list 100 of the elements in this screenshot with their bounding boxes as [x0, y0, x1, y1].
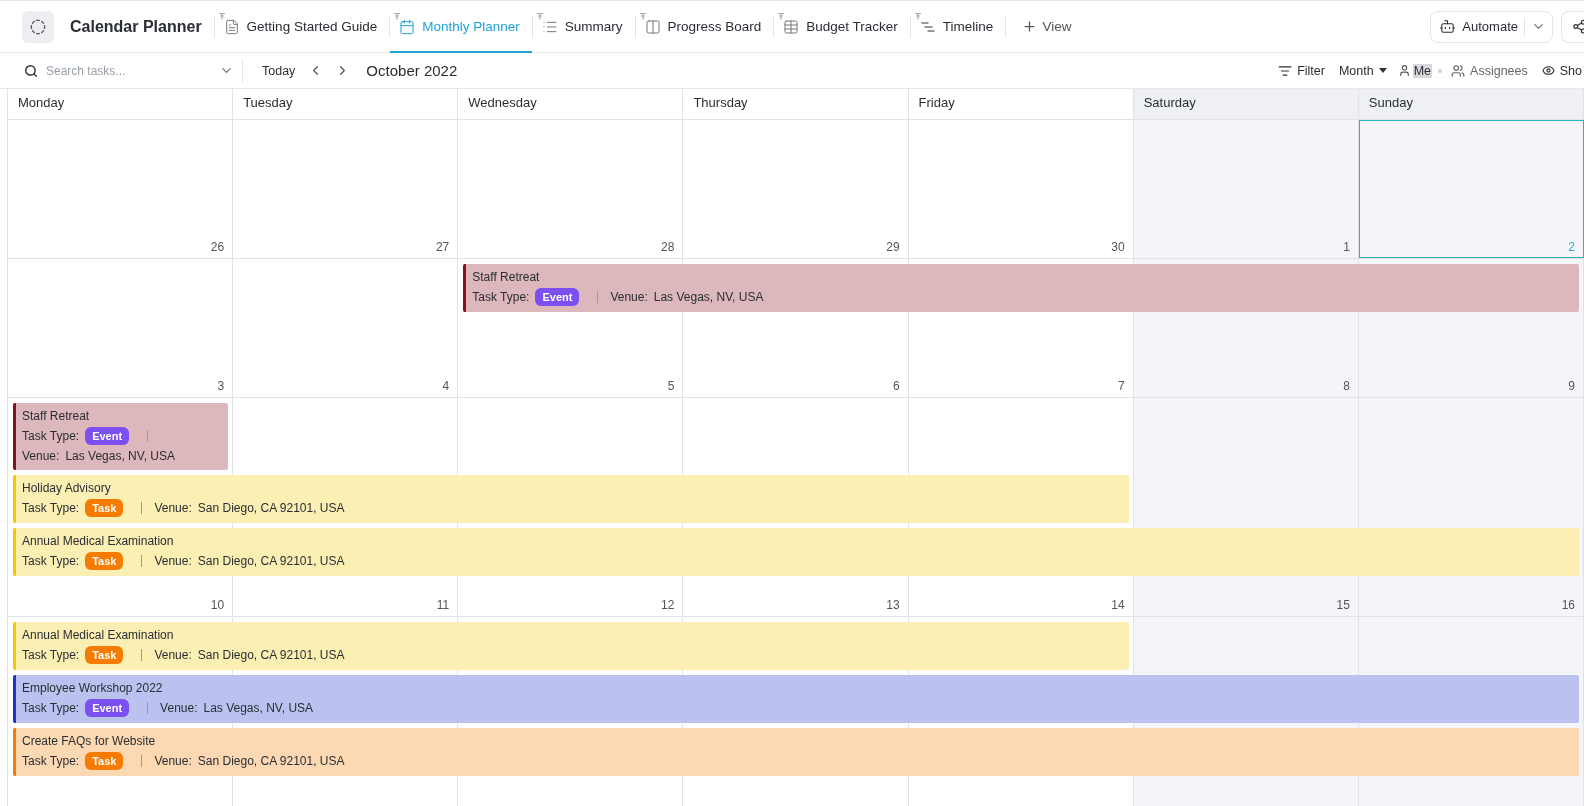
day-number: 3: [217, 379, 226, 395]
task-type-tag: Event: [85, 699, 130, 717]
venue-label: Venue:: [154, 500, 192, 516]
event-bar[interactable]: Holiday Advisory Task Type: Task Venue: San Diego, CA 92101, USA: [13, 475, 1129, 523]
people-icon: [1451, 63, 1466, 78]
venue-value: Las Vegas, NV, USA: [203, 700, 314, 716]
task-type-label: Task Type:: [22, 753, 80, 769]
day-number: 30: [1111, 240, 1126, 256]
pin-icon: [914, 12, 921, 20]
automate-button[interactable]: Automate: [1430, 10, 1553, 43]
day-number: 27: [435, 240, 451, 256]
event-title: Holiday Advisory: [22, 481, 112, 496]
pin-icon: [536, 12, 543, 20]
person-icon: [1397, 64, 1411, 77]
event-bar[interactable]: Employee Workshop 2022 Task Type: Event Venue: Las Vegas, NV, USA: [13, 675, 1579, 723]
event-title: Staff Retreat: [472, 270, 541, 285]
venue-value: Las Vegas, NV, USA: [65, 449, 175, 464]
task-type-label: Task Type:: [22, 647, 80, 663]
day-number: 10: [210, 598, 226, 614]
table-icon: [783, 18, 800, 35]
venue-value: San Diego, CA 92101, USA: [197, 500, 345, 516]
calendar-icon: [399, 18, 416, 35]
day-number: 28: [661, 240, 676, 256]
event-bar[interactable]: Staff Retreat Task Type: Event Venue: Las Vegas, NV, USA: [463, 264, 1579, 312]
assignees-button[interactable]: Assignees: [1444, 63, 1535, 78]
task-type-tag: Task: [85, 646, 124, 664]
weekday-header: Saturday: [1133, 89, 1359, 119]
day-number: 7: [1118, 379, 1126, 395]
robot-icon: [1439, 18, 1457, 35]
day-number: 16: [1561, 598, 1576, 614]
task-type-label: Task Type:: [22, 553, 80, 569]
event-bar[interactable]: Staff Retreat Task Type: Event Venue: Las Vegas, NV, USA: [13, 403, 229, 470]
task-type-label: Task Type:: [22, 428, 80, 444]
page-title: Calendar Planner: [70, 17, 202, 36]
pin-icon: [778, 12, 785, 20]
day-number: 5: [667, 379, 676, 395]
event-bar[interactable]: Annual Medical Examination Task Type: Task Venue: San Diego, CA 92101, USA: [13, 622, 1129, 670]
view-tab[interactable]: Budget Tracker: [774, 0, 910, 53]
space-logo[interactable]: [22, 10, 54, 43]
caret-icon: [1378, 68, 1387, 73]
task-type-tag: Task: [85, 499, 124, 517]
filter-button[interactable]: Filter: [1271, 63, 1332, 78]
day-number: 6: [892, 379, 901, 395]
filter-icon: [1278, 63, 1293, 78]
board-icon: [644, 18, 661, 35]
venue-label: Venue:: [154, 553, 192, 569]
event-title: Annual Medical Examination: [22, 534, 175, 549]
venue-label: Venue:: [22, 449, 60, 464]
search-icon: [24, 63, 38, 78]
day-number: 8: [1343, 379, 1351, 395]
venue-value: Las Vegas, NV, USA: [653, 289, 764, 305]
task-type-label: Task Type:: [22, 700, 80, 716]
venue-label: Venue:: [610, 289, 648, 305]
pin-icon: [394, 12, 401, 20]
dashed-circle-icon: [30, 18, 46, 35]
day-number: 11: [436, 598, 451, 614]
plus-icon: [1022, 19, 1038, 34]
day-number: 15: [1336, 598, 1351, 614]
event-title: Annual Medical Examination: [22, 628, 175, 643]
task-type-tag: Event: [85, 427, 130, 445]
add-view-button[interactable]: View: [1010, 19, 1084, 34]
venue-label: Venue:: [154, 647, 192, 663]
event-bar[interactable]: Create FAQs for Website Task Type: Task Venue: San Diego, CA 92101, USA: [13, 728, 1579, 776]
day-number: 2: [1568, 240, 1576, 256]
task-type-tag: Event: [535, 288, 580, 306]
day-number: 13: [886, 598, 901, 614]
task-type-tag: Task: [85, 752, 124, 770]
event-title: Create FAQs for Website: [22, 734, 157, 749]
event-bar[interactable]: Annual Medical Examination Task Type: Task Venue: San Diego, CA 92101, USA: [13, 528, 1579, 576]
task-type-label: Task Type:: [472, 289, 530, 305]
view-tab[interactable]: Progress Board: [635, 0, 774, 53]
day-number: 12: [661, 598, 676, 614]
view-tab[interactable]: Getting Started Guide: [214, 0, 390, 53]
view-tab[interactable]: Summary: [532, 0, 635, 53]
view-tab[interactable]: Timeline: [910, 0, 1006, 53]
today-button[interactable]: Today: [255, 63, 303, 78]
day-number: 4: [442, 379, 451, 395]
weekday-header: Sunday: [1358, 89, 1584, 119]
pin-icon: [218, 12, 225, 20]
document-icon: [223, 18, 240, 35]
venue-value: San Diego, CA 92101, USA: [197, 647, 345, 663]
venue-label: Venue:: [154, 753, 192, 769]
day-number: 9: [1568, 379, 1576, 395]
task-type-label: Task Type:: [22, 500, 80, 516]
venue-label: Venue:: [160, 700, 198, 716]
share-icon: [1571, 19, 1584, 34]
event-title: Employee Workshop 2022: [22, 681, 164, 696]
venue-value: San Diego, CA 92101, USA: [197, 553, 345, 569]
pin-icon: [639, 12, 646, 20]
day-number: 14: [1111, 598, 1126, 614]
day-number: 26: [210, 240, 226, 256]
day-number: 29: [886, 240, 901, 256]
view-mode-dropdown[interactable]: Month: [1331, 63, 1394, 78]
task-type-tag: Task: [85, 552, 124, 570]
venue-value: San Diego, CA 92101, USA: [197, 753, 345, 769]
show-button[interactable]: Sho: [1534, 63, 1584, 78]
day-number: 1: [1343, 240, 1351, 256]
eye-icon: [1541, 64, 1555, 77]
event-title: Staff Retreat: [22, 409, 91, 424]
month-title: October 2022: [366, 62, 458, 79]
